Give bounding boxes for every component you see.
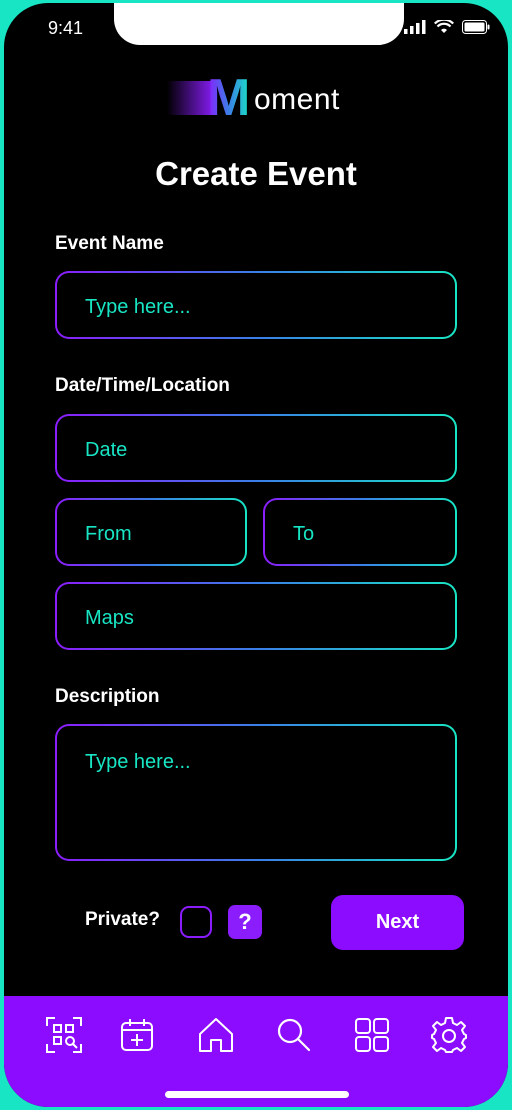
to-placeholder: To [293, 523, 315, 545]
logo-wordmark: oment [254, 83, 340, 116]
description-textarea[interactable]: Type here... [55, 724, 457, 861]
event-name-input[interactable]: Type here... [55, 271, 457, 339]
maps-location-input[interactable]: Maps [55, 582, 457, 650]
device-notch [114, 3, 404, 45]
signal-icon [404, 20, 426, 39]
search-icon [276, 1017, 312, 1058]
private-help-button[interactable]: ? [228, 905, 262, 939]
to-time-input[interactable]: To [263, 498, 457, 566]
status-time: 9:41 [48, 18, 84, 38]
private-checkbox[interactable] [180, 906, 212, 938]
svg-text:M: M [207, 75, 250, 123]
status-icons [404, 18, 490, 39]
tab-settings[interactable] [425, 1013, 473, 1061]
date-input[interactable]: Date [55, 414, 457, 482]
tab-home[interactable] [192, 1013, 240, 1061]
maps-placeholder: Maps [85, 607, 134, 629]
next-button[interactable]: Next [331, 895, 464, 950]
tab-apps[interactable] [348, 1013, 396, 1061]
event-name-placeholder: Type here... [85, 296, 191, 318]
from-placeholder: From [85, 523, 132, 545]
qr-scan-icon [45, 1016, 83, 1059]
home-indicator [165, 1091, 349, 1098]
tab-create-event[interactable] [113, 1013, 161, 1061]
wifi-icon [434, 18, 454, 39]
home-icon [197, 1016, 235, 1059]
tab-search[interactable] [270, 1013, 318, 1061]
private-label: Private? [85, 909, 160, 930]
phone-screen: 9:41 M oment Create Event Event Name Typ… [4, 3, 508, 1107]
datetime-location-label: Date/Time/Location [55, 375, 230, 396]
event-name-label: Event Name [55, 233, 164, 254]
calendar-add-icon [119, 1017, 155, 1058]
date-placeholder: Date [85, 439, 128, 461]
gear-icon [430, 1016, 468, 1059]
page-title: Create Event [155, 155, 357, 192]
grid-icon [354, 1017, 390, 1058]
from-time-input[interactable]: From [55, 498, 247, 566]
tab-qr-scan[interactable] [40, 1013, 88, 1061]
battery-icon [462, 20, 490, 39]
description-label: Description [55, 686, 160, 707]
description-placeholder: Type here... [85, 751, 191, 773]
